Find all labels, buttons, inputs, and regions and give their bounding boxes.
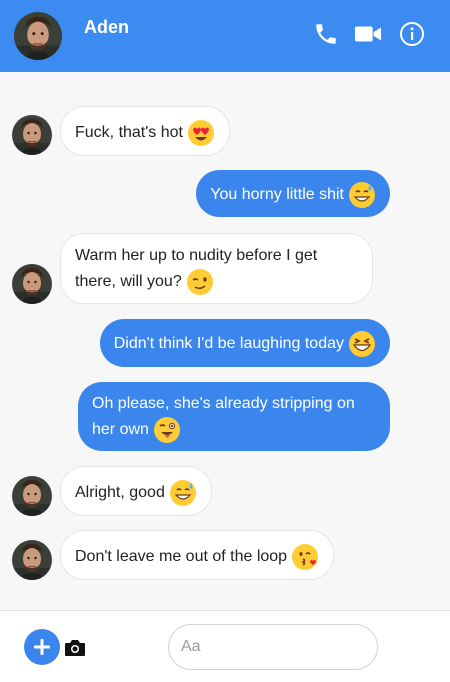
outgoing-message-bubble: Oh please, she's already stripping on he… — [78, 382, 390, 451]
message-row: Don't leave me out of the loop — [0, 530, 450, 580]
heart-eyes-emoji — [187, 119, 215, 147]
message-text: Don't leave me out of the loop — [75, 548, 288, 566]
message-row: Alright, good — [0, 466, 450, 516]
message-input[interactable] — [168, 624, 378, 670]
message-row: You horny little shit — [0, 170, 450, 217]
outgoing-message-bubble: Didn't think I'd be laughing today — [99, 319, 390, 367]
message-row: Didn't think I'd be laughing today — [0, 319, 450, 367]
phone-icon[interactable] — [312, 20, 340, 48]
grinning-sweat-emoji — [169, 479, 197, 507]
message-row: Warm her up to nudity before I get there… — [0, 233, 450, 305]
avatar — [12, 476, 52, 516]
grinning-sweat-emoji — [348, 181, 376, 209]
outgoing-message-bubble: You horny little shit — [196, 170, 390, 217]
video-camera-icon[interactable] — [354, 20, 382, 48]
chat-header: Aden — [0, 0, 450, 72]
avatar — [12, 115, 52, 155]
avatar — [12, 540, 52, 580]
winking-tongue-emoji — [153, 416, 181, 444]
message-text: Didn't think I'd be laughing today — [113, 335, 344, 353]
message-text: Oh please, she's already stripping on he… — [92, 395, 355, 439]
message-text: You horny little shit — [210, 186, 344, 204]
composer-bar — [0, 610, 450, 682]
message-row: Fuck, that's hot — [0, 106, 450, 156]
message-text: Alright, good — [75, 484, 165, 502]
kissing-wink-emoji — [291, 543, 319, 571]
avatar — [12, 264, 52, 304]
incoming-message-bubble: Warm her up to nudity before I get there… — [60, 233, 373, 304]
incoming-message-bubble: Don't leave me out of the loop — [60, 530, 335, 580]
grinning-squint-emoji — [348, 330, 376, 358]
contact-avatar[interactable] — [14, 12, 62, 60]
info-icon[interactable] — [398, 20, 426, 48]
plus-icon[interactable] — [24, 629, 60, 665]
camera-icon[interactable] — [64, 639, 86, 657]
contact-name[interactable]: Aden — [84, 17, 129, 38]
message-text: Fuck, that's hot — [75, 124, 183, 142]
incoming-message-bubble: Alright, good — [60, 466, 212, 516]
incoming-message-bubble: Fuck, that's hot — [60, 106, 230, 156]
message-row: Oh please, she's already stripping on he… — [0, 382, 450, 451]
winking-emoji — [186, 268, 214, 296]
